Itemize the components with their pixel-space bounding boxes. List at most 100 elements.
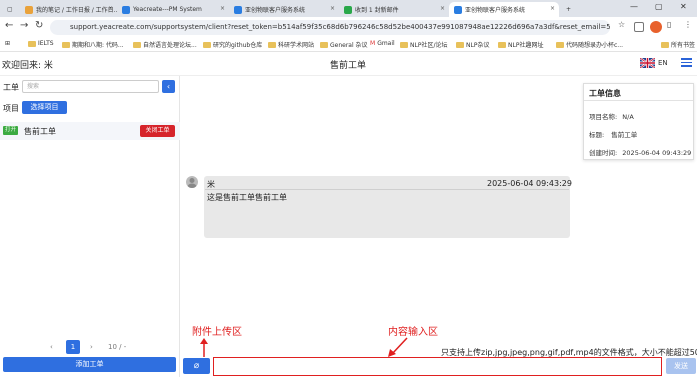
collapse-sidebar-button[interactable]: ‹ <box>162 80 175 93</box>
tab-label: 亚创物联客户服务系统 <box>245 7 306 14</box>
project-name-row: 项目名称: N/A <box>589 111 634 121</box>
browser-tab-3[interactable]: 亚创物联客户服务系统 × <box>229 2 339 17</box>
attach-file-button[interactable]: ⌀ <box>183 358 210 374</box>
chevron-left-icon: ‹ <box>166 82 171 91</box>
browser-tab-5[interactable]: 亚创物联客户服务系统 × <box>449 2 559 17</box>
ticket-title[interactable]: 售前工单 <box>24 126 56 137</box>
url-bar[interactable]: support.yeacreate.com/supportsystem/clie… <box>50 20 610 35</box>
more-menu-icon[interactable]: ⋮ <box>684 20 692 29</box>
folder-icon <box>498 41 506 48</box>
subject-label: 标题: <box>589 131 605 139</box>
send-button[interactable]: 发送 <box>666 358 696 374</box>
folder-icon <box>28 40 36 47</box>
language-label[interactable]: EN <box>658 59 668 67</box>
bookmark-item[interactable]: General 杂议 <box>320 40 368 49</box>
new-tab-icon[interactable]: + <box>561 2 575 17</box>
page-size-select[interactable]: 10 / - <box>108 343 126 351</box>
window-close-icon[interactable]: ✕ <box>680 2 687 11</box>
close-icon[interactable]: × <box>440 5 445 12</box>
tab-label: Yeacreate---PM System <box>133 6 202 13</box>
forward-icon[interactable]: → <box>20 20 28 31</box>
next-page-button[interactable]: › <box>90 343 93 351</box>
subject-value: 售前工单 <box>611 131 638 139</box>
project-name-label: 项目名称: <box>589 113 618 121</box>
bookmark-label: 研究的github仓库 <box>213 42 263 49</box>
bookmark-label: 期期和八期: 代码... <box>72 42 124 49</box>
divider <box>584 100 693 101</box>
bookmark-label: IELTS <box>38 40 54 47</box>
created-value: 2025-06-04 09:43:29 <box>622 149 692 157</box>
extensions-icon[interactable] <box>634 22 644 32</box>
message-input[interactable] <box>213 357 662 376</box>
user-avatar-icon <box>187 178 197 188</box>
site-icon <box>122 5 130 14</box>
select-project-button[interactable]: 选择项目 <box>22 101 67 114</box>
bookmarks-bar: ⊞ IELTS 期期和八期: 代码... 自然语言处理论坛... 研究的gith… <box>0 37 697 52</box>
tab-label: 收到 1 封新邮件 <box>355 7 399 14</box>
current-page-button[interactable]: 1 <box>66 340 80 354</box>
sidebar-icon[interactable]: ▯ <box>667 20 671 29</box>
subject-row: 标题: 售前工单 <box>589 129 637 139</box>
folder-icon <box>661 41 669 48</box>
folder-icon <box>268 41 276 48</box>
reload-icon[interactable]: ↻ <box>35 20 43 31</box>
bookmark-item[interactable]: NLP社区/论坛 <box>400 40 447 49</box>
close-icon[interactable]: × <box>220 5 225 12</box>
close-icon[interactable]: × <box>330 5 335 12</box>
ticket-search-input[interactable]: 搜索 <box>22 80 159 93</box>
created-row: 创建时间: 2025-06-04 09:43:29 <box>589 147 691 157</box>
uk-flag-icon[interactable] <box>640 58 655 68</box>
bookmark-item[interactable]: 代码随想录办小杯c... <box>556 40 623 49</box>
close-icon[interactable]: × <box>108 5 113 12</box>
back-icon[interactable]: ← <box>5 20 13 31</box>
url-text: support.yeacreate.com/supportsystem/clie… <box>70 23 610 31</box>
minimize-icon[interactable]: — <box>630 2 638 11</box>
tab-label: 我的笔记 / 工作日报 / 工作日... <box>36 7 117 14</box>
folder-icon <box>203 41 211 48</box>
bookmark-item[interactable]: 研究的github仓库 <box>203 40 262 49</box>
maximize-icon[interactable]: ▢ <box>655 2 663 11</box>
tab-label: 亚创物联客户服务系统 <box>465 7 526 14</box>
ticket-label: 工单 <box>3 83 19 92</box>
close-icon[interactable]: × <box>550 5 555 12</box>
bookmark-item[interactable]: M Gmail <box>370 40 395 47</box>
message-text: 这是售前工单售前工单 <box>207 193 287 202</box>
project-label: 项目 <box>3 104 19 113</box>
browser-tab-bar: ▢ 我的笔记 / 工作日报 / 工作日... × Yeacreate---PM … <box>0 0 697 17</box>
folder-icon <box>556 41 564 48</box>
created-label: 创建时间: <box>589 149 618 157</box>
status-badge: 打开 <box>3 126 18 135</box>
browser-tab-1[interactable]: 我的笔记 / 工作日报 / 工作日... × <box>20 2 117 17</box>
bookmark-item[interactable]: NLP社趣网址 <box>498 40 543 49</box>
bookmark-label: NLP社趣网址 <box>508 42 544 49</box>
welcome-text: 欢迎回来: 米 <box>2 61 53 71</box>
prev-page-button[interactable]: ‹ <box>50 343 53 351</box>
paperclip-icon: ⌀ <box>193 361 200 371</box>
browser-tab-4[interactable]: 收到 1 封新邮件 × <box>339 2 449 17</box>
folder-icon <box>320 41 328 48</box>
browser-tab-2[interactable]: Yeacreate---PM System × <box>117 2 229 17</box>
bookmark-item[interactable]: 所有书签 <box>661 40 695 49</box>
avatar <box>186 176 198 188</box>
gmail-icon: M <box>370 40 376 47</box>
folder-icon <box>133 41 141 48</box>
bookmark-star-icon[interactable]: ☆ <box>618 20 625 29</box>
tab-actions-icon[interactable]: ▢ <box>2 2 20 17</box>
hamburger-menu-icon[interactable] <box>681 58 692 67</box>
bookmark-item[interactable]: IELTS <box>28 40 54 47</box>
project-name-value: N/A <box>622 113 634 121</box>
apps-icon[interactable]: ⊞ <box>5 40 10 47</box>
message-time: 2025-06-04 09:43:29 <box>487 179 572 188</box>
bookmark-item[interactable]: 科研学术网站 <box>268 40 314 49</box>
add-ticket-button[interactable]: 添加工单 <box>3 357 176 372</box>
site-icon <box>234 5 242 14</box>
divider <box>205 189 569 190</box>
bookmark-item[interactable]: 期期和八期: 代码... <box>62 40 124 49</box>
bookmark-label: NLP杂议 <box>466 42 490 49</box>
profile-avatar[interactable] <box>650 21 662 33</box>
bookmark-item[interactable]: NLP杂议 <box>456 40 489 49</box>
bookmark-item[interactable]: 自然语言处理论坛... <box>133 40 197 49</box>
close-ticket-button[interactable]: 关闭工单 <box>140 125 175 137</box>
mail-icon <box>344 5 352 14</box>
folder-icon <box>400 41 408 48</box>
